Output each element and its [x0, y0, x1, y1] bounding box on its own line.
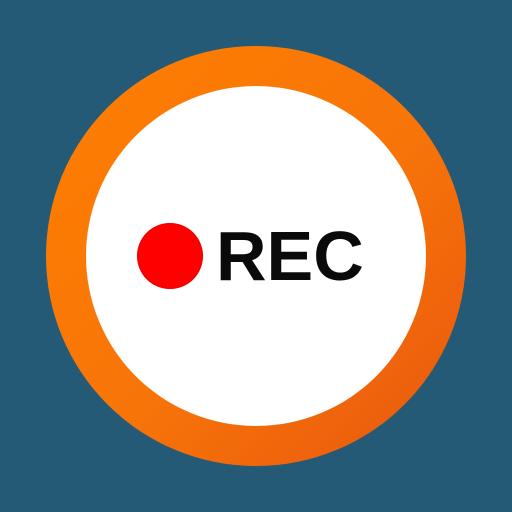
record-dot-icon: [137, 223, 203, 289]
rec-app-icon: REC: [0, 0, 512, 512]
rec-label: REC: [216, 217, 364, 295]
